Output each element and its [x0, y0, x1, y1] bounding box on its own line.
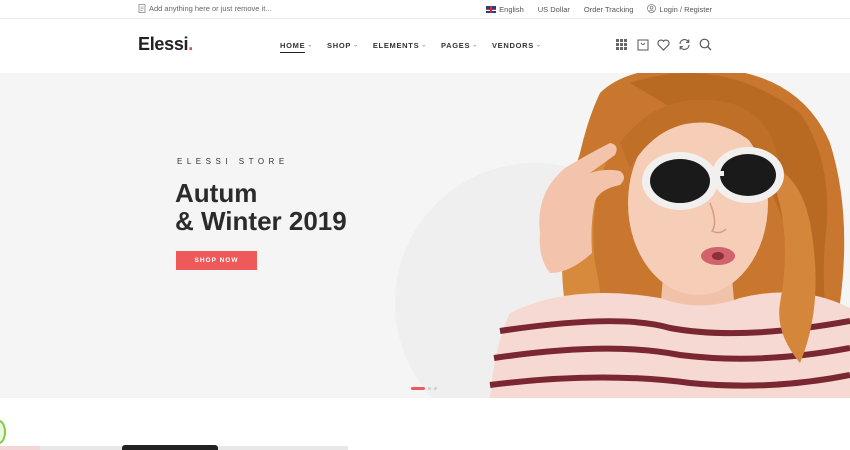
- nav-label: HOME: [280, 41, 306, 50]
- shop-now-button[interactable]: SHOP NOW: [176, 251, 257, 270]
- nav-item-elements[interactable]: ELEMENTS ⌄: [373, 41, 427, 50]
- grid-icon[interactable]: [615, 38, 628, 51]
- strip-pink-block: [0, 446, 40, 450]
- cart-icon[interactable]: [636, 38, 649, 51]
- hero-headline: Autum & Winter 2019: [175, 179, 347, 235]
- logo-dot: .: [188, 34, 193, 54]
- order-tracking-label: Order Tracking: [583, 5, 634, 14]
- chevron-down-icon: ⌄: [307, 42, 314, 49]
- nav-item-shop[interactable]: SHOP ⌄: [327, 41, 359, 50]
- content-section: [0, 398, 850, 450]
- header-icons: [615, 38, 712, 51]
- hero-model-image: [489, 73, 850, 398]
- strip-dark-block: [122, 445, 218, 450]
- main-nav: HOME ⌄ SHOP ⌄ ELEMENTS ⌄ PAGES ⌄ VENDORS ⌄: [280, 41, 542, 53]
- top-bar: Add anything here or just remove it... E…: [0, 0, 850, 19]
- nav-item-home[interactable]: HOME ⌄: [280, 41, 314, 53]
- slider-dots: [411, 387, 437, 390]
- user-icon: [647, 4, 657, 15]
- topbar-links: English US Dollar Order Tracking Login /…: [486, 4, 712, 15]
- heart-icon[interactable]: [657, 38, 670, 51]
- compare-icon[interactable]: [678, 38, 691, 51]
- chevron-down-icon: ⌄: [535, 42, 542, 49]
- nav-label: SHOP: [327, 41, 352, 50]
- hero-slider: ELESSI STORE Autum & Winter 2019 SHOP NO…: [0, 73, 850, 398]
- main-header: Elessi. HOME ⌄ SHOP ⌄ ELEMENTS ⌄ PAGES ⌄ VEN…: [0, 19, 850, 73]
- nav-label: VENDORS: [491, 41, 534, 50]
- order-tracking-link[interactable]: Order Tracking: [584, 5, 634, 14]
- announcement: Add anything here or just remove it...: [138, 4, 272, 13]
- chevron-down-icon: ⌄: [472, 42, 478, 49]
- slider-dot-2[interactable]: [428, 387, 431, 390]
- slider-dot-1[interactable]: [411, 387, 425, 390]
- document-icon: [138, 4, 146, 13]
- language-selector[interactable]: English: [486, 5, 524, 14]
- chevron-down-icon: ⌄: [421, 42, 428, 49]
- nav-item-vendors[interactable]: VENDORS ⌄: [492, 41, 542, 50]
- currency-label: US Dollar: [537, 5, 570, 14]
- language-label: English: [499, 5, 524, 14]
- nav-label: ELEMENTS: [372, 41, 420, 50]
- search-icon[interactable]: [699, 38, 712, 51]
- hero-headline-line1: Autum: [175, 178, 258, 208]
- login-register-link[interactable]: Login / Register: [647, 4, 712, 15]
- site-logo[interactable]: Elessi.: [138, 34, 193, 55]
- hero-eyebrow: ELESSI STORE: [177, 157, 289, 166]
- nav-item-pages[interactable]: PAGES ⌄: [441, 41, 478, 50]
- currency-selector[interactable]: US Dollar: [538, 5, 570, 14]
- nav-label: PAGES: [441, 41, 471, 50]
- slider-dot-3[interactable]: [434, 387, 437, 390]
- chevron-down-icon: ⌄: [353, 42, 359, 49]
- hero-headline-line2: & Winter 2019: [175, 206, 347, 236]
- product-strip-edge: [0, 445, 348, 450]
- uk-flag-icon: [486, 6, 497, 13]
- login-label: Login / Register: [659, 5, 712, 14]
- logo-text: Elessi: [138, 34, 189, 54]
- announcement-text: Add anything here or just remove it...: [149, 4, 272, 13]
